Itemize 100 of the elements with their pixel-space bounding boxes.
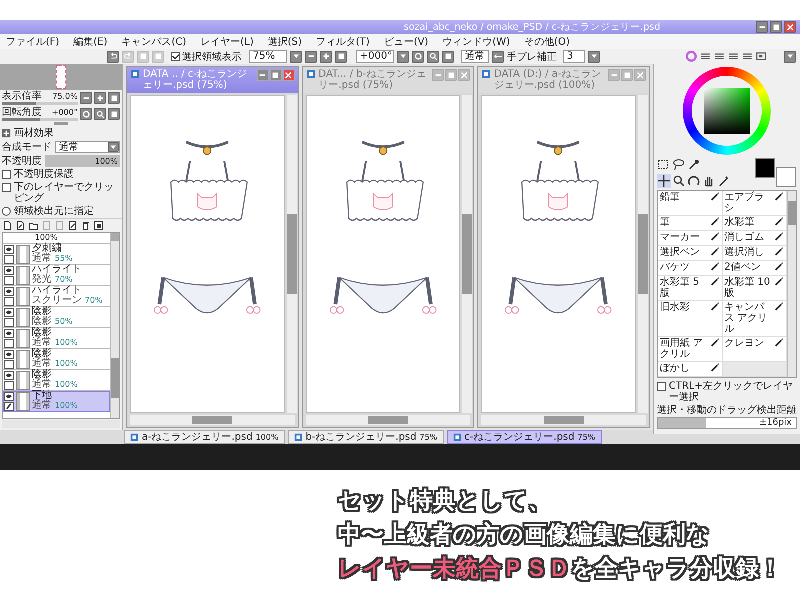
horizontal-scrollbar[interactable] (2, 420, 120, 428)
menu-item[interactable]: ファイル(F) (6, 34, 60, 48)
clear-layer-icon[interactable] (68, 220, 78, 230)
pen-icon[interactable] (4, 402, 14, 410)
checkbox[interactable] (2, 183, 11, 192)
eyedropper-icon[interactable] (717, 174, 731, 188)
zoom-out-button[interactable] (305, 50, 317, 62)
eye-icon[interactable] (4, 370, 14, 380)
move-icon[interactable] (657, 174, 671, 188)
reset-button[interactable] (108, 108, 120, 120)
option-label[interactable]: CTRL+左クリックでレイヤー選択 (669, 381, 797, 403)
layer-row[interactable]: 陰影 通常 100% (3, 370, 110, 391)
layer-row[interactable]: 陰影 通常 100% (3, 349, 110, 370)
flip-horizontal-button[interactable] (492, 50, 504, 62)
magic-wand-icon[interactable] (687, 158, 701, 172)
zoom-field[interactable]: 75% (249, 50, 287, 63)
vertical-scrollbar[interactable] (787, 191, 796, 377)
document-tab[interactable]: b-ねこランジェリー.psd 75% (288, 430, 444, 444)
horizontal-scrollbar[interactable] (306, 415, 470, 425)
vertical-scrollbar[interactable] (638, 95, 648, 413)
layer-row[interactable]: 夕刺繍 通常 55% (3, 244, 110, 265)
checkbox[interactable] (657, 382, 666, 391)
vertical-scrollbar[interactable] (110, 233, 119, 418)
tool-slot[interactable]: ぼかし (658, 362, 722, 377)
maximize-button[interactable] (770, 21, 782, 33)
new-layer-icon[interactable] (3, 220, 13, 230)
close-button[interactable] (784, 21, 796, 33)
rotate-button[interactable] (80, 108, 92, 120)
checkbox[interactable] (2, 170, 11, 179)
opacity-slider[interactable]: 100% (45, 155, 120, 167)
zoom-slider[interactable] (2, 102, 78, 105)
swatches-tab-icon[interactable] (728, 51, 739, 62)
horizontal-scrollbar[interactable] (481, 415, 646, 425)
menu-item[interactable]: 編集(E) (74, 34, 108, 48)
trash-icon[interactable] (81, 220, 91, 230)
zoom-in-button[interactable] (94, 92, 106, 104)
maximize-button[interactable] (270, 69, 282, 81)
color-wheel-tab-icon[interactable] (686, 51, 697, 62)
eye-icon[interactable] (4, 328, 14, 338)
tool-slot[interactable]: 画用紙 アクリル (658, 337, 722, 362)
dropdown-button[interactable] (290, 50, 302, 62)
eye-icon[interactable] (4, 266, 14, 274)
document-tab[interactable]: c-ねこランジェリー.psd 75% (446, 430, 602, 444)
tool-slot[interactable]: 選択ペン (658, 246, 722, 261)
menu-item[interactable]: ビュー(V) (384, 34, 429, 48)
tool-slot[interactable]: 旧水彩 (658, 301, 722, 337)
eye-icon[interactable] (4, 244, 14, 254)
stabilizer-field[interactable]: 3 (563, 50, 585, 63)
layer-row[interactable]: 陰影 通常 100% (3, 328, 110, 349)
radio-button[interactable] (2, 207, 11, 216)
layer-row[interactable]: 陰影 陰影 50% (3, 307, 110, 328)
option-label[interactable]: 領域検出元に指定 (14, 206, 94, 217)
rgb-sliders-tab-icon[interactable] (700, 51, 711, 62)
horizontal-scrollbar[interactable] (130, 415, 295, 425)
saturation-value-square[interactable] (704, 88, 750, 134)
dropdown-button[interactable] (588, 50, 600, 62)
new-vector-layer-icon[interactable] (16, 220, 26, 230)
minimize-button[interactable] (756, 21, 768, 33)
dropdown-button[interactable] (397, 50, 409, 62)
tool-slot[interactable]: マーカー (658, 231, 722, 246)
rotation-slider[interactable] (2, 118, 78, 121)
rotate-button[interactable] (412, 50, 424, 62)
menu-item[interactable]: 選択(S) (268, 34, 302, 48)
menu-item[interactable]: レイヤー(L) (200, 34, 254, 48)
eye-icon[interactable] (4, 350, 14, 358)
rotation-field[interactable]: +000° (356, 50, 394, 63)
zoom-button[interactable] (94, 108, 106, 120)
tool-slot[interactable]: 水彩筆 5版 (658, 276, 722, 301)
menu-item[interactable]: フィルタ(T) (316, 34, 370, 48)
mixer-tab-icon[interactable] (742, 51, 753, 62)
panel-menu-button[interactable] (784, 50, 796, 62)
layer-row[interactable]: ハイライト 発光 70% (3, 265, 110, 286)
blend-field[interactable]: 通常 (461, 50, 489, 63)
eye-icon[interactable] (4, 392, 14, 400)
lasso-icon[interactable] (672, 158, 686, 172)
menu-item[interactable]: キャンバス(C) (122, 34, 186, 48)
vertical-scrollbar[interactable] (286, 95, 297, 413)
checkbox-label[interactable]: 選択領域表示 (182, 50, 242, 64)
option-label[interactable]: 不透明度保護 (14, 169, 74, 180)
panel-splitter-handle[interactable] (54, 122, 68, 125)
texture-label[interactable]: 画材効果 (14, 126, 54, 140)
zoom-icon[interactable] (672, 174, 686, 188)
fit-button[interactable] (108, 92, 120, 104)
eye-icon[interactable] (4, 286, 14, 296)
minimize-button[interactable] (256, 69, 269, 81)
hsv-sliders-tab-icon[interactable] (714, 51, 725, 62)
mask-icon[interactable] (94, 220, 104, 230)
tool-slot[interactable]: バケツ (658, 261, 722, 276)
expand-icon[interactable] (2, 128, 11, 138)
tool-slot[interactable]: 鉛筆 (658, 191, 722, 216)
rectangle-select-icon[interactable] (657, 158, 671, 172)
layer-row[interactable]: ハイライト スクリーン 70% (3, 286, 110, 307)
menu-item[interactable]: ウィンドウ(W) (442, 34, 510, 48)
undo-button[interactable] (107, 50, 119, 62)
vertical-scrollbar[interactable] (462, 95, 472, 413)
fit-button[interactable] (335, 50, 347, 62)
dropdown-button[interactable] (108, 142, 119, 152)
document-tab[interactable]: a-ねこランジェリー.psd 100% (124, 430, 285, 444)
blend-mode-select[interactable]: 通常 (55, 141, 120, 153)
selection-checkbox[interactable] (171, 52, 180, 61)
